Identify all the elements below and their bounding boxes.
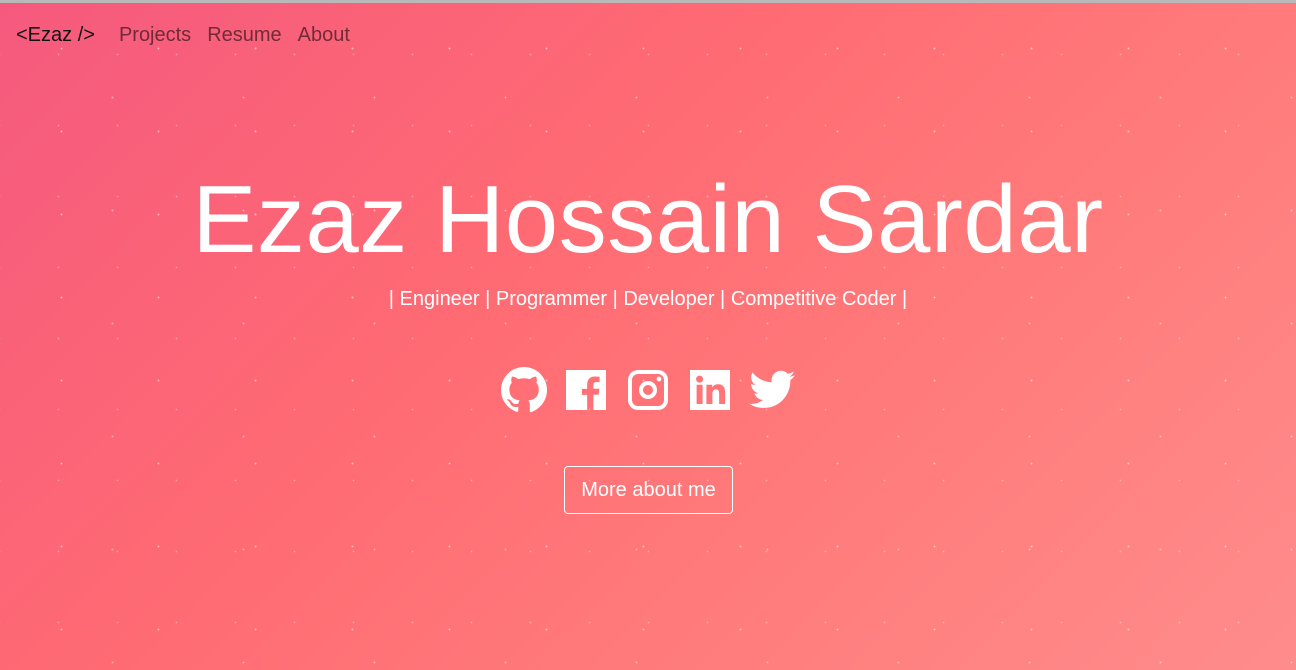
- instagram-icon: [628, 370, 668, 410]
- top-navbar: <Ezaz /> Projects Resume About: [16, 22, 366, 48]
- facebook-icon: [566, 370, 606, 410]
- linkedin-icon: [690, 370, 730, 410]
- instagram-link[interactable]: [624, 366, 672, 414]
- window-top-border: [0, 0, 1296, 3]
- twitter-link[interactable]: [748, 366, 796, 414]
- linkedin-link[interactable]: [686, 366, 734, 414]
- hero-section: Ezaz Hossain Sardar: [0, 165, 1296, 275]
- social-links: [0, 366, 1296, 414]
- nav-link-about[interactable]: About: [298, 24, 350, 47]
- hero-name-heading: Ezaz Hossain Sardar: [192, 166, 1104, 273]
- more-about-me-button[interactable]: More about me: [564, 466, 733, 514]
- github-link[interactable]: [500, 366, 548, 414]
- twitter-icon: [749, 370, 795, 409]
- brand-logo-link[interactable]: <Ezaz />: [16, 24, 95, 47]
- nav-link-projects[interactable]: Projects: [119, 24, 191, 47]
- nav-link-resume[interactable]: Resume: [207, 24, 281, 47]
- hero-tagline: | Engineer | Programmer | Developer | Co…: [388, 288, 908, 310]
- github-icon: [501, 367, 547, 413]
- star-particles-background: [0, 0, 1296, 670]
- facebook-link[interactable]: [562, 366, 610, 414]
